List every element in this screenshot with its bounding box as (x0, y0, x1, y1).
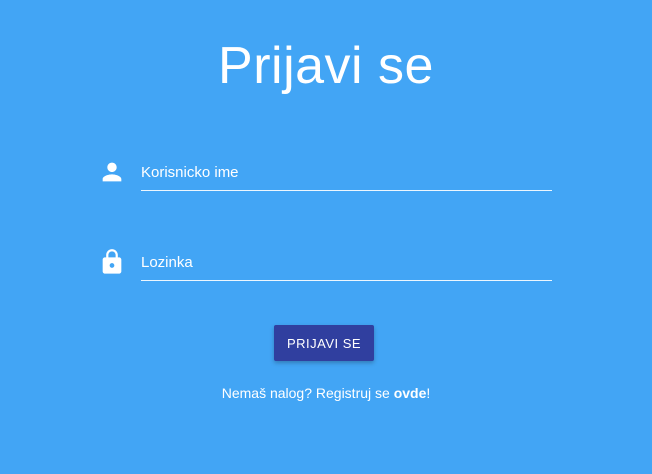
register-prompt-text: Nemaš nalog? Registruj se (221, 385, 394, 401)
password-input[interactable] (141, 244, 552, 281)
lock-icon (98, 248, 126, 276)
username-input[interactable] (141, 154, 552, 191)
password-field (98, 244, 552, 284)
page-title: Prijavi se (218, 37, 434, 95)
register-link[interactable]: ovde (394, 385, 427, 401)
register-prompt: Nemaš nalog? Registruj se ovde! (0, 384, 652, 402)
person-icon (98, 158, 126, 186)
register-prompt-suffix: ! (426, 385, 431, 401)
login-button[interactable]: PRIJAVI SE (274, 325, 374, 361)
username-field (98, 154, 552, 194)
